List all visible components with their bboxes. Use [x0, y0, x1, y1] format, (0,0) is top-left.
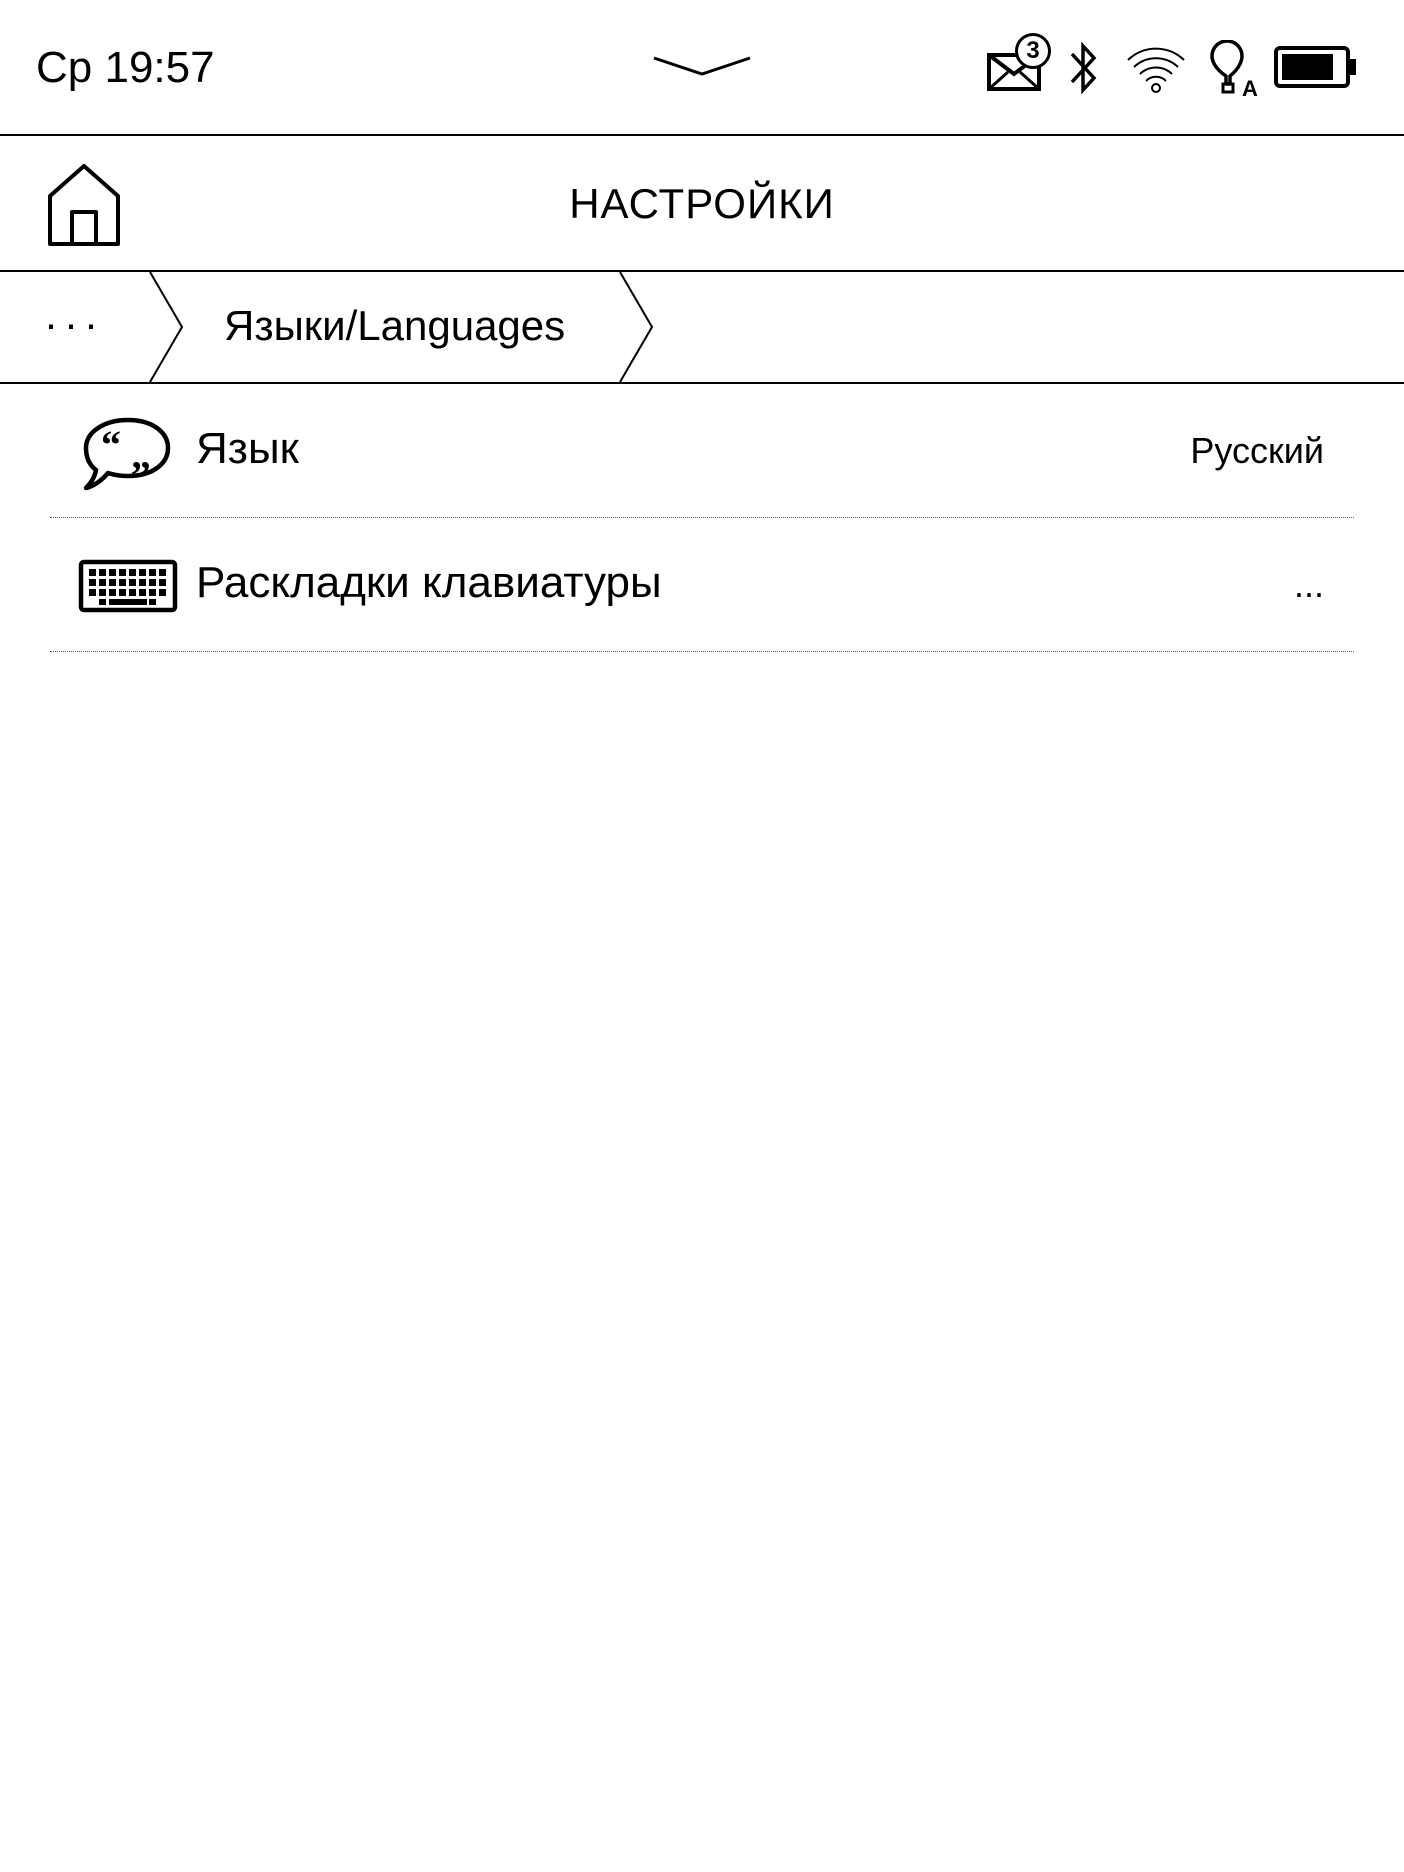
breadcrumb-separator-end	[619, 272, 654, 382]
page-title: НАСТРОЙКИ	[569, 180, 835, 227]
auto-light-letter: A	[1242, 76, 1258, 100]
settings-item-label: Раскладки клавиатуры	[196, 558, 662, 607]
app-header: НАСТРОЙКИ	[0, 136, 1404, 272]
speech-bubble-quotes-icon: “ „	[83, 417, 171, 491]
settings-item-value: ...	[1293, 564, 1324, 605]
svg-text:„: „	[131, 432, 151, 477]
svg-text:“: “	[101, 422, 121, 467]
status-bar: Ср 19:57 3 A	[0, 0, 1404, 136]
keyboard-icon	[78, 559, 178, 613]
breadcrumb-current-label: Языки/Languages	[224, 302, 566, 349]
breadcrumb: ··· Языки/Languages	[0, 272, 1404, 384]
breadcrumb-current-item[interactable]: Языки/Languages	[150, 272, 650, 382]
clock: Ср 19:57	[36, 43, 215, 92]
pull-down-chevron-icon[interactable]	[652, 50, 752, 80]
breadcrumb-more-button[interactable]: ···	[0, 272, 150, 382]
settings-item-language[interactable]: “ „ Язык Русский	[0, 384, 1404, 518]
battery-icon[interactable]	[1274, 46, 1358, 88]
breadcrumb-more-label: ···	[44, 300, 104, 347]
bluetooth-icon[interactable]	[1068, 40, 1100, 96]
settings-item-keyboard-layouts[interactable]: Раскладки клавиатуры ...	[0, 518, 1404, 652]
mail-count-badge: 3	[1015, 33, 1051, 69]
settings-item-value: Русский	[1190, 430, 1324, 471]
settings-list: “ „ Язык Русский Раскладки клавиатуры ..…	[0, 384, 1404, 652]
wifi-icon[interactable]	[1124, 42, 1188, 94]
auto-light-icon[interactable]: A	[1206, 40, 1258, 100]
settings-item-label: Язык	[196, 424, 299, 473]
